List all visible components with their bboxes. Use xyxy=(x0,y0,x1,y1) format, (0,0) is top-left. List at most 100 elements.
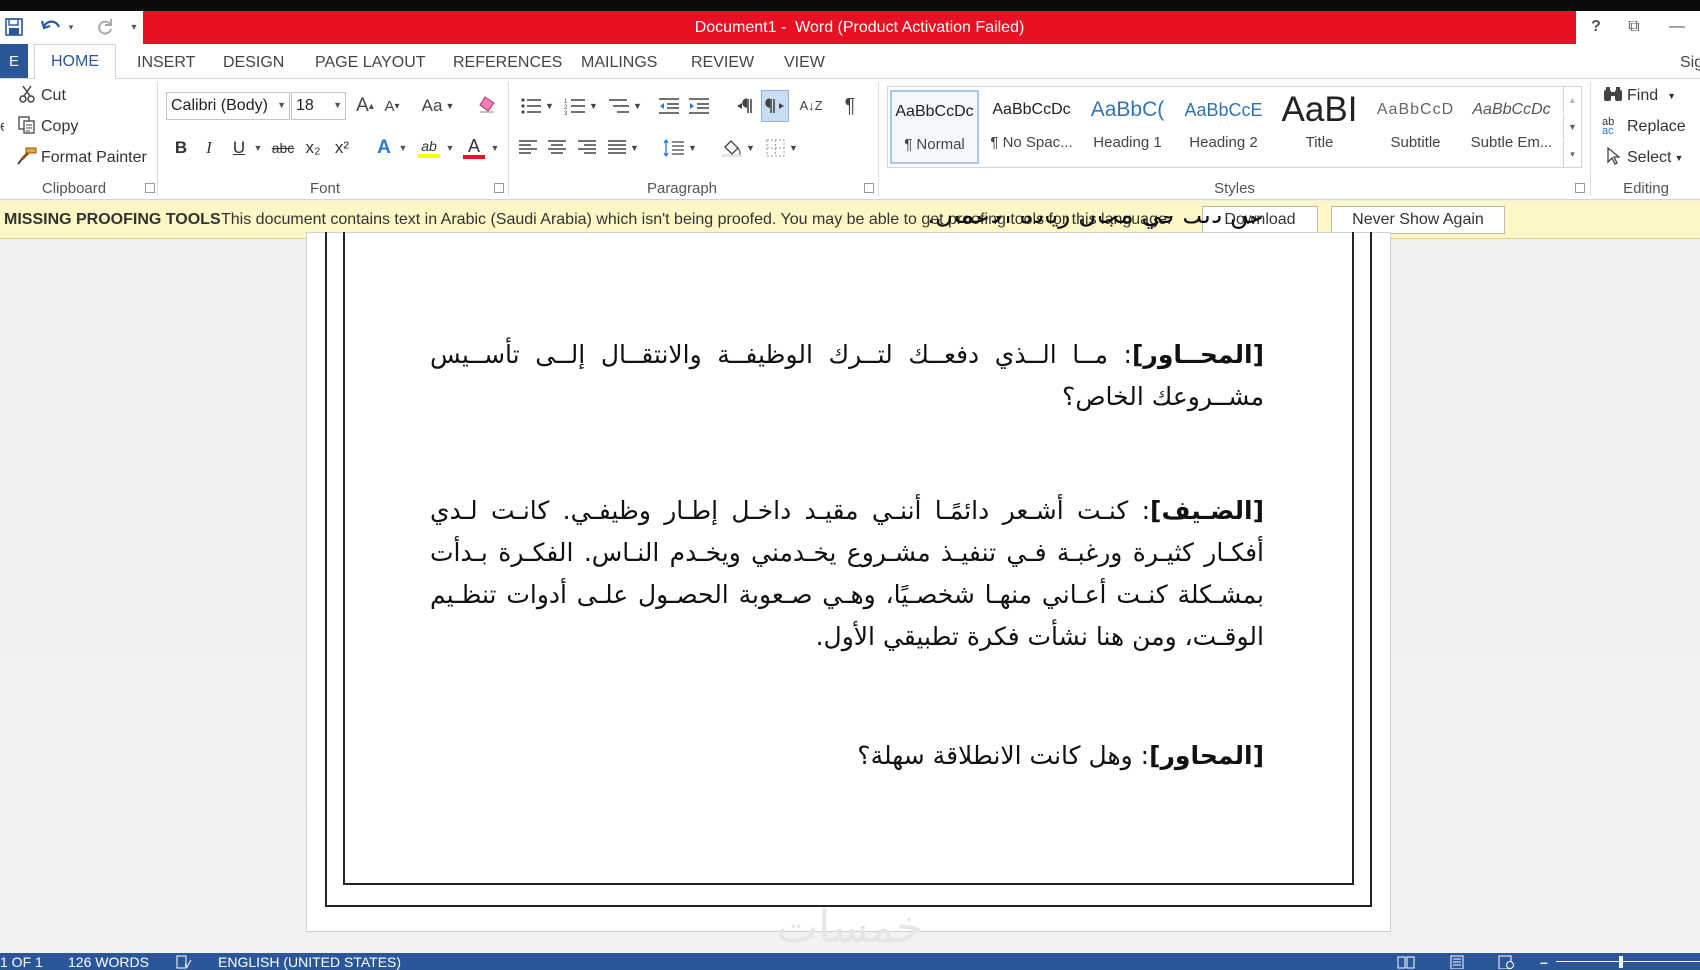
gallery-scroll-down-icon[interactable]: ▼ xyxy=(1563,114,1581,140)
style-no-spacing[interactable]: AaBbCcDc ¶ No Spac... xyxy=(987,90,1076,164)
paragraph-launcher-icon[interactable] xyxy=(864,183,874,193)
bullets-button[interactable]: ▼ xyxy=(517,92,557,120)
style-name: Heading 2 xyxy=(1189,134,1258,151)
numbering-icon: 123 xyxy=(564,99,586,115)
find-label: Find xyxy=(1627,87,1659,104)
partial-paragraph[interactable]: عن ذلك في مجال ريادة الأعمال. xyxy=(430,216,1264,240)
never-show-again-button[interactable]: Never Show Again xyxy=(1331,206,1505,234)
decrease-indent-button[interactable] xyxy=(656,92,682,120)
font-launcher-icon[interactable] xyxy=(494,183,504,193)
undo-dropdown-icon[interactable]: ▾ xyxy=(65,14,77,40)
styles-launcher-icon[interactable] xyxy=(1575,183,1585,193)
borders-button[interactable]: ▼ xyxy=(762,134,802,162)
font-color-dropdown-icon[interactable]: ▼ xyxy=(489,134,501,162)
style-subtitle[interactable]: AaBbCcD Subtitle xyxy=(1371,90,1460,164)
clear-formatting-button[interactable] xyxy=(474,92,500,120)
web-layout-icon[interactable] xyxy=(1498,953,1514,970)
zoom-out-icon[interactable]: – xyxy=(1540,953,1548,970)
grow-font-button[interactable]: A ▴ xyxy=(352,92,378,120)
font-name-combo[interactable]: Calibri (Body) ▼ xyxy=(166,92,290,120)
tab-page-layout[interactable]: PAGE LAYOUT xyxy=(313,48,428,78)
line-spacing-button[interactable]: ▼ xyxy=(660,134,700,162)
language-indicator[interactable]: ENGLISH (UNITED STATES) xyxy=(218,953,401,970)
align-center-button[interactable] xyxy=(544,134,570,162)
proofing-status-icon[interactable] xyxy=(176,953,192,970)
read-mode-icon[interactable] xyxy=(1397,953,1415,970)
print-layout-icon[interactable] xyxy=(1449,953,1465,970)
style-normal[interactable]: AaBbCcDc ¶ Normal xyxy=(890,90,979,164)
format-painter-button[interactable]: Format Painter xyxy=(16,144,147,172)
style-heading-1[interactable]: AaBbC( Heading 1 xyxy=(1083,90,1172,164)
paragraph-group-label: Paragraph xyxy=(646,179,718,197)
sort-button[interactable]: A↓Z xyxy=(798,92,824,120)
right-to-left-button[interactable] xyxy=(761,90,789,122)
find-button[interactable]: Find ▼ xyxy=(1602,82,1676,110)
tab-home[interactable]: HOME xyxy=(34,44,116,79)
select-button[interactable]: Select ▼ xyxy=(1602,144,1683,172)
left-to-right-button[interactable] xyxy=(733,92,759,120)
paragraph-guest-1[interactable]: [الضـيف]: كنـت أشـعر دائمًـا أننـي مقيـد… xyxy=(430,490,1264,658)
clipboard-launcher-icon[interactable] xyxy=(145,183,155,193)
word-count[interactable]: 126 WORDS xyxy=(68,953,149,970)
multilevel-list-button[interactable]: ▼ xyxy=(605,92,645,120)
paragraph-interviewer-1[interactable]: [المحــاور]: مــا الــذي دفعــك لتــرك ا… xyxy=(430,334,1264,418)
ribbon-display-options-icon[interactable]: ⧉ xyxy=(1617,14,1651,40)
paragraph-interviewer-2[interactable]: [المحاور]: وهل كانت الانطلاقة سهلة؟ xyxy=(430,735,1264,777)
help-icon[interactable]: ? xyxy=(1582,14,1610,40)
sign-in-link[interactable]: Sig xyxy=(1678,48,1700,78)
bold-button[interactable]: B xyxy=(170,134,192,162)
page-count[interactable]: 1 OF 1 xyxy=(0,953,43,970)
gallery-scroll-up-icon[interactable]: ▲ xyxy=(1563,87,1581,113)
align-right-button[interactable] xyxy=(574,134,600,162)
style-preview: AaBbC( xyxy=(1090,98,1165,121)
font-color-button[interactable]: A xyxy=(462,134,486,162)
zoom-slider-thumb[interactable] xyxy=(1619,956,1623,968)
speaker-label: [المحــاور] xyxy=(1132,340,1264,369)
align-left-button[interactable] xyxy=(515,134,541,162)
show-hide-marks-button[interactable]: ¶ xyxy=(838,92,862,120)
highlight-button[interactable]: ab xyxy=(416,134,442,162)
style-subtle-emphasis[interactable]: AaBbCcDc Subtle Em... xyxy=(1467,90,1556,164)
tab-mailings[interactable]: MAILINGS xyxy=(579,48,659,78)
svg-text:3: 3 xyxy=(564,111,568,115)
text-effects-dropdown-icon[interactable]: ▼ xyxy=(397,134,409,162)
subscript-button[interactable]: x₂ xyxy=(301,134,325,162)
zoom-slider[interactable] xyxy=(1556,961,1700,962)
tab-review[interactable]: REVIEW xyxy=(689,48,756,78)
justify-button[interactable]: ▼ xyxy=(603,134,643,162)
style-preview: AaBbCcDc xyxy=(1472,101,1551,118)
highlight-dropdown-icon[interactable]: ▼ xyxy=(444,134,456,162)
customize-qat-icon[interactable]: ▾ xyxy=(128,14,140,40)
save-icon[interactable] xyxy=(2,14,26,40)
tab-design[interactable]: DESIGN xyxy=(221,48,286,78)
cut-button[interactable]: Cut xyxy=(16,82,66,110)
change-case-button[interactable]: Aa ▼ xyxy=(418,92,458,120)
sort-icon: A↓Z xyxy=(799,98,823,113)
paste-button-fragment[interactable]: e xyxy=(0,118,4,140)
minimize-icon[interactable]: — xyxy=(1659,14,1695,40)
gallery-more-icon[interactable]: ▾ xyxy=(1563,141,1581,167)
underline-button[interactable]: U xyxy=(228,134,250,162)
shading-button[interactable]: ▼ xyxy=(718,134,758,162)
italic-button[interactable]: I xyxy=(199,134,219,162)
replace-button[interactable]: ab ac Replace xyxy=(1602,113,1686,141)
text-effects-button[interactable]: A xyxy=(372,134,396,162)
redo-icon[interactable] xyxy=(93,14,117,40)
superscript-button[interactable]: x² xyxy=(330,134,354,162)
shrink-font-button[interactable]: A ▾ xyxy=(380,92,404,120)
tab-file[interactable]: E xyxy=(0,44,28,78)
tab-view[interactable]: VIEW xyxy=(782,48,827,78)
group-divider xyxy=(157,82,158,196)
underline-dropdown-icon[interactable]: ▼ xyxy=(252,134,264,162)
line-spacing-icon xyxy=(663,139,685,157)
strikethrough-button[interactable]: abc xyxy=(269,134,297,162)
copy-button[interactable]: Copy xyxy=(16,113,78,141)
tab-insert[interactable]: INSERT xyxy=(135,48,197,78)
increase-indent-button[interactable] xyxy=(686,92,712,120)
numbering-button[interactable]: 1 2 3 ▼ xyxy=(561,92,601,120)
style-title[interactable]: AaBI Title xyxy=(1275,90,1364,164)
tab-references[interactable]: REFERENCES xyxy=(451,48,564,78)
font-size-combo[interactable]: 18 ▼ xyxy=(291,92,346,120)
undo-icon[interactable] xyxy=(38,14,64,40)
style-heading-2[interactable]: AaBbCcE Heading 2 xyxy=(1179,90,1268,164)
